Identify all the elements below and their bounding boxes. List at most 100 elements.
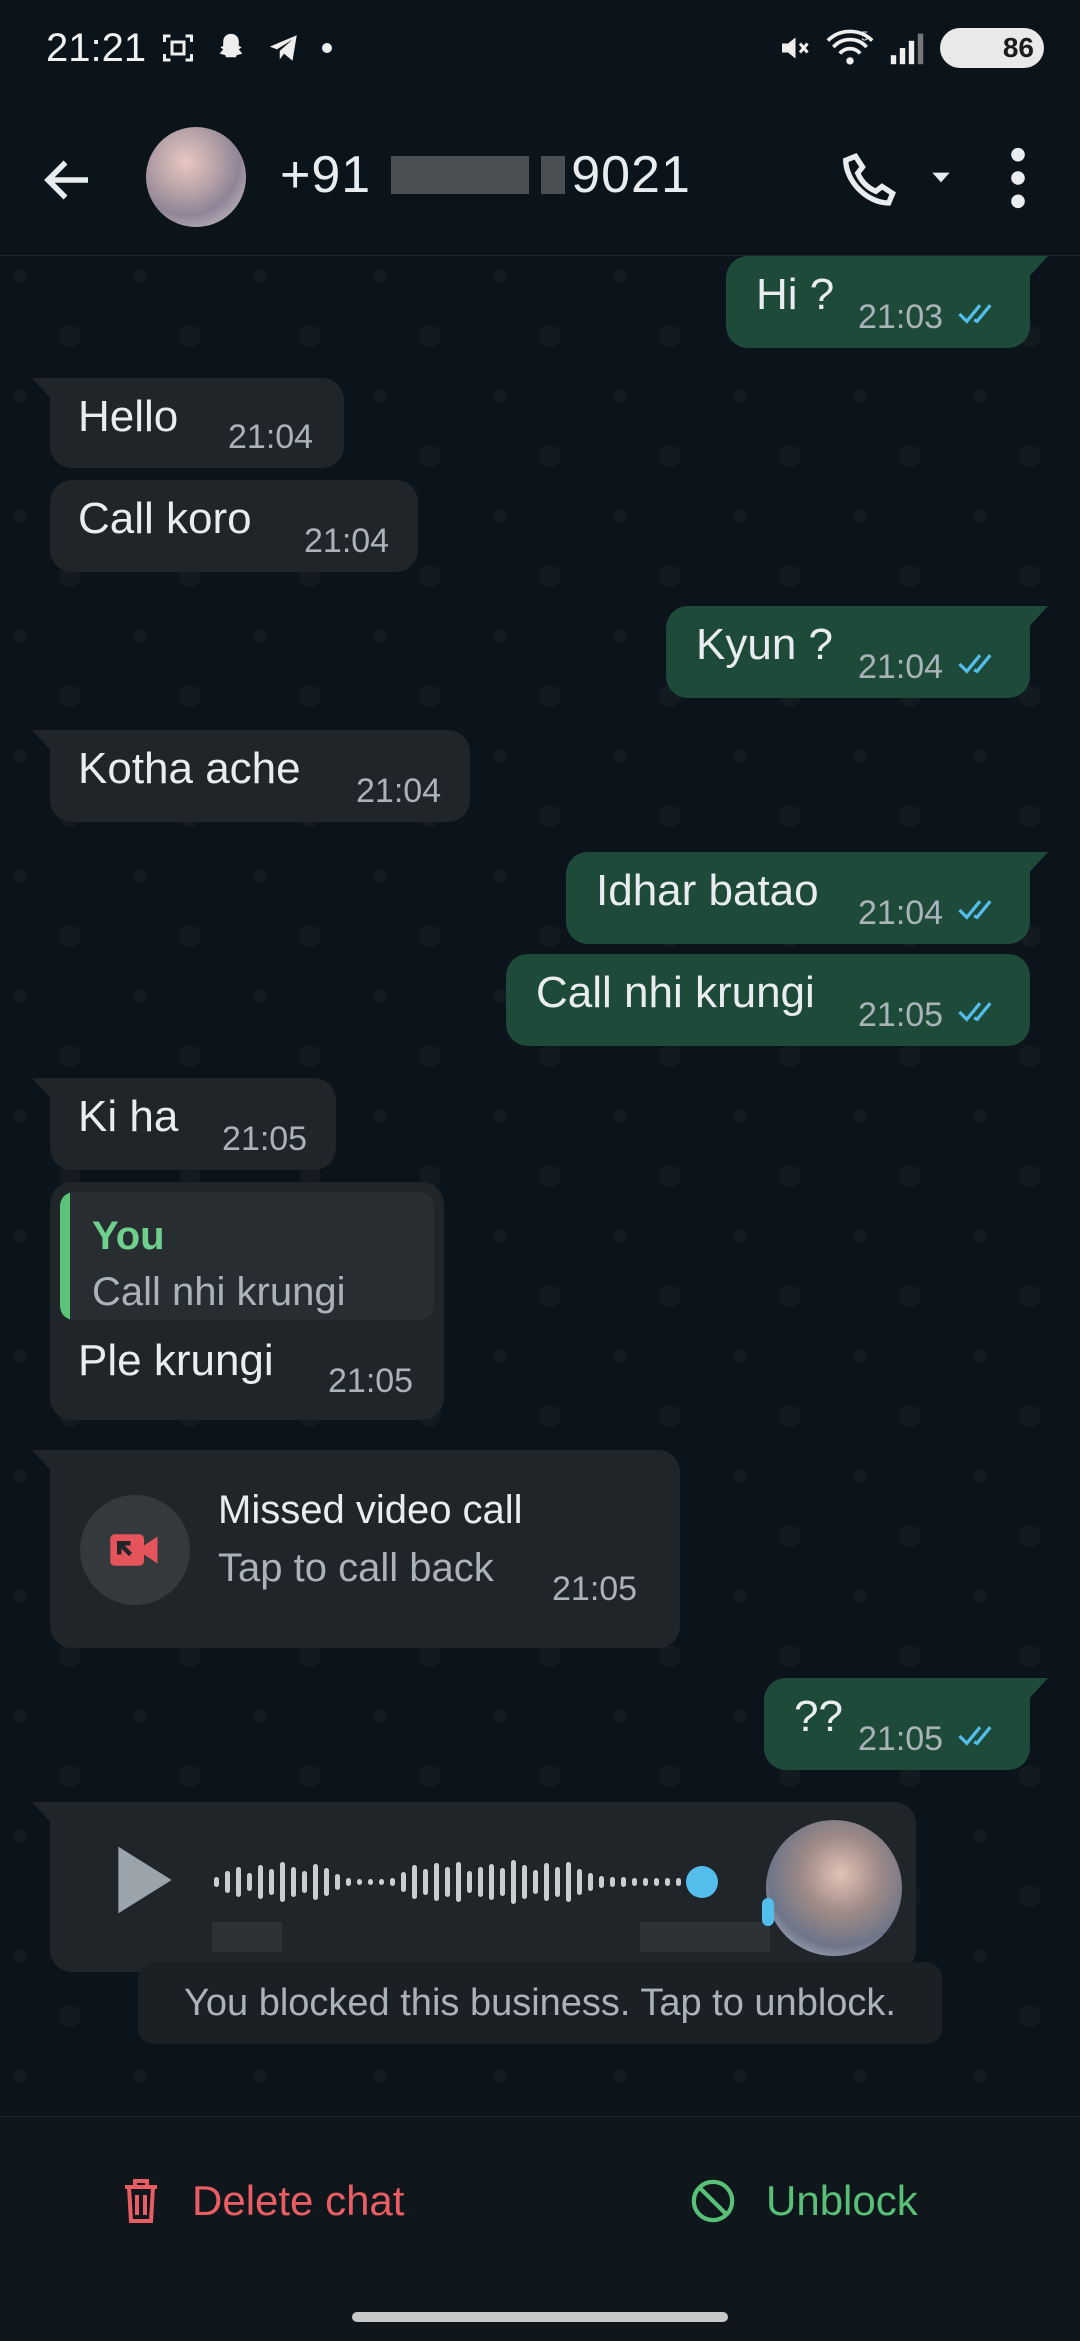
- waveform-bar: [643, 1878, 648, 1886]
- message-bubble-outgoing[interactable]: Idhar batao 21:04: [566, 852, 1048, 944]
- call-subtitle: Tap to call back: [218, 1546, 494, 1590]
- contact-avatar[interactable]: [146, 127, 246, 227]
- back-arrow-icon[interactable]: [38, 150, 98, 210]
- waveform-bar: [445, 1867, 450, 1897]
- waveform-bar: [302, 1871, 307, 1893]
- call-icon-circle: [80, 1495, 190, 1605]
- redacted-block: [391, 156, 530, 194]
- message-bubble-outgoing[interactable]: Hi ? 21:03: [726, 256, 1048, 348]
- read-ticks-icon: [958, 654, 992, 674]
- mic-icon: [762, 1898, 774, 1926]
- waveform-bar: [456, 1862, 461, 1902]
- message-bubble-incoming[interactable]: Call koro 21:04: [50, 480, 418, 572]
- message-text: Call nhi krungi: [536, 968, 815, 1017]
- notification-icons: [160, 30, 334, 66]
- waveform-bar: [291, 1867, 296, 1897]
- waveform-bar: [489, 1864, 494, 1900]
- contact-suffix: 9021: [571, 146, 691, 204]
- read-ticks-icon: [958, 1726, 992, 1746]
- waveform-bar: [236, 1867, 241, 1897]
- message-bubble-outgoing[interactable]: Kyun ? 21:04: [666, 606, 1048, 698]
- message-time: 21:04: [858, 648, 944, 686]
- chevron-down-icon[interactable]: [928, 165, 954, 191]
- message-time: 21:05: [858, 1720, 944, 1758]
- quoted-message[interactable]: You Call nhi krungi: [60, 1192, 434, 1320]
- waveform-bar: [247, 1873, 252, 1891]
- blocked-notice[interactable]: You blocked this business. Tap to unbloc…: [138, 1962, 942, 2044]
- voice-call-icon[interactable]: [838, 147, 902, 211]
- message-text: Hi ?: [756, 270, 835, 319]
- telegram-icon: [269, 35, 297, 61]
- waveform-bar: [258, 1865, 263, 1899]
- trash-icon: [125, 2179, 157, 2223]
- waveform-bar: [599, 1876, 604, 1888]
- wifi-icon: 5: [826, 29, 874, 65]
- waveform-bar: [665, 1878, 670, 1886]
- waveform-bar: [566, 1862, 571, 1902]
- message-time: 21:03: [858, 298, 944, 336]
- message-bubble-outgoing[interactable]: Call nhi krungi 21:05: [506, 954, 1030, 1046]
- status-time: 21:21: [46, 26, 147, 70]
- redacted-block: [541, 156, 566, 194]
- signal-icon: [890, 33, 924, 65]
- audio-waveform[interactable]: [210, 1850, 770, 1914]
- waveform-bar: [214, 1877, 219, 1887]
- missed-video-call-icon: [110, 1534, 158, 1566]
- more-options-icon[interactable]: [998, 143, 1038, 213]
- message-bubble-incoming[interactable]: Hello 21:04: [32, 378, 344, 468]
- waveform-bar: [434, 1863, 439, 1901]
- message-text: ??: [794, 1692, 843, 1741]
- playback-position-handle: [686, 1866, 718, 1898]
- system-icons: 5 86: [776, 28, 1044, 68]
- message-text: Ki ha: [78, 1092, 179, 1141]
- waveform-bar: [588, 1873, 593, 1891]
- status-bar: 21:21 5 86: [0, 0, 1080, 105]
- message-text: Idhar batao: [596, 866, 819, 915]
- quote-bar: [60, 1192, 70, 1320]
- waveform-bar: [390, 1878, 395, 1886]
- quote-text: Call nhi krungi: [92, 1270, 346, 1314]
- waveform-bar: [423, 1869, 428, 1895]
- blocked-actions-bar: Delete chat Unblock: [0, 2116, 1080, 2341]
- waveform-bar: [280, 1862, 285, 1902]
- missed-call-bubble[interactable]: Missed video call Tap to call back 21:05: [32, 1450, 680, 1648]
- screenshot-icon: [163, 34, 193, 62]
- snapchat-icon: [219, 33, 243, 58]
- unblock-button[interactable]: Unblock: [690, 2177, 918, 2225]
- contact-prefix: +91: [280, 146, 372, 204]
- message-bubble-outgoing[interactable]: ?? 21:05: [764, 1678, 1048, 1770]
- waveform-bar: [676, 1878, 681, 1886]
- contact-name[interactable]: +91 9021: [280, 145, 691, 205]
- waveform-bar: [225, 1871, 230, 1893]
- message-bubble-reply[interactable]: You Call nhi krungi Ple krungi 21:05: [50, 1182, 444, 1420]
- waveform-bar: [478, 1867, 483, 1897]
- delete-chat-button[interactable]: Delete chat: [120, 2177, 404, 2225]
- message-text: Hello: [78, 392, 179, 441]
- message-time: 21:04: [356, 772, 442, 810]
- waveform-bar: [401, 1872, 406, 1892]
- play-icon[interactable]: [110, 1840, 180, 1920]
- message-time: 21:05: [328, 1362, 414, 1400]
- waveform-bar: [555, 1867, 560, 1897]
- waveform-bar: [357, 1879, 362, 1885]
- message-bubble-incoming[interactable]: Kotha ache 21:04: [32, 730, 470, 822]
- home-indicator[interactable]: [352, 2312, 728, 2322]
- waveform-bar: [324, 1868, 329, 1896]
- waveform-bar: [621, 1877, 626, 1887]
- message-list[interactable]: Hi ? 21:03 Hello 21:04 Call koro 21:04 K…: [0, 256, 1080, 2116]
- message-bubble-incoming[interactable]: Ki ha 21:05: [32, 1078, 336, 1170]
- delete-chat-label: Delete chat: [192, 2177, 405, 2224]
- waveform-bar: [335, 1874, 340, 1890]
- waveform-bar: [533, 1870, 538, 1894]
- waveform-bar: [313, 1864, 318, 1900]
- voice-note-bubble[interactable]: [32, 1802, 916, 1972]
- waveform-bar: [412, 1865, 417, 1899]
- message-time: 21:05: [552, 1570, 638, 1608]
- message-time: 21:04: [228, 418, 314, 456]
- waveform-bar: [500, 1868, 505, 1896]
- message-text: Kotha ache: [78, 744, 301, 793]
- redacted-block: [212, 1922, 282, 1952]
- message-text: Call koro: [78, 494, 252, 543]
- waveform-bar: [544, 1863, 549, 1901]
- waveform-bar: [368, 1879, 373, 1885]
